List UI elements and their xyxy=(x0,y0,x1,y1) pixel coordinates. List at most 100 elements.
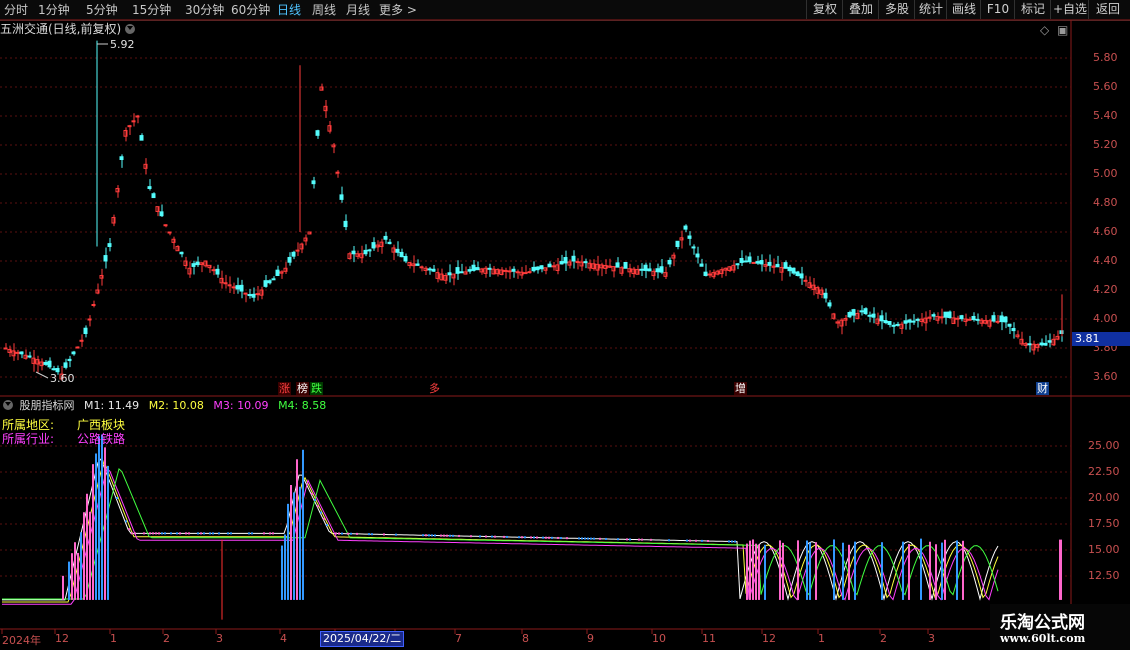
candle-body xyxy=(1039,342,1044,346)
candle-body xyxy=(903,320,908,324)
indicator-bar xyxy=(815,542,817,600)
indicator-bar xyxy=(164,532,166,535)
time-tick-label: 12 xyxy=(55,632,69,645)
candle-body xyxy=(475,267,480,271)
candle-body xyxy=(387,241,392,245)
candle-body xyxy=(255,293,260,296)
watermark-logo: 乐淘公式网 www.60lt.com xyxy=(990,604,1130,650)
kline-chart[interactable] xyxy=(0,0,1130,650)
indicator-bar xyxy=(560,537,562,540)
indicator-tick-label: 12.50 xyxy=(1088,569,1120,582)
event-marker-many[interactable]: 多 xyxy=(428,382,441,395)
time-tick-label: 4 xyxy=(280,632,287,645)
candle-body xyxy=(335,171,340,174)
indicator-bar xyxy=(311,492,313,495)
indicator-bar xyxy=(551,536,553,539)
candle-body xyxy=(695,253,700,258)
price-tick-label: 4.20 xyxy=(1093,283,1118,296)
candle-body xyxy=(623,261,628,269)
indicator-bar xyxy=(755,543,757,600)
indicator-name[interactable]: 股朋指标网 xyxy=(20,399,75,412)
indicator-bar xyxy=(542,536,544,539)
candle-body xyxy=(551,265,556,268)
indicator-bar xyxy=(530,536,532,539)
candle-body xyxy=(371,242,376,249)
indicator-bar xyxy=(728,540,730,543)
candle-body xyxy=(647,268,652,272)
candle-body xyxy=(447,272,452,276)
indicator-bar xyxy=(902,541,904,600)
indicator-bar xyxy=(368,533,370,536)
indicator-bar xyxy=(101,434,103,600)
candle-body xyxy=(467,269,472,272)
candle-body xyxy=(67,358,72,362)
indicator-bar xyxy=(74,542,76,600)
candle-body xyxy=(91,304,96,306)
indicator-tick-label: 22.50 xyxy=(1088,465,1120,478)
price-tick-label: 4.80 xyxy=(1093,196,1118,209)
last-indicator-bar xyxy=(1059,539,1062,600)
candle-body xyxy=(659,266,664,273)
candle-body xyxy=(195,261,200,266)
indicator-bar xyxy=(143,532,145,535)
candle-body xyxy=(251,293,256,298)
indicator-bar xyxy=(425,534,427,537)
indicator-bar xyxy=(806,540,808,600)
candle-body xyxy=(399,251,404,258)
indicator-bar xyxy=(158,532,160,535)
indicator-menu-icon[interactable] xyxy=(3,400,13,410)
indicator-bar xyxy=(701,539,703,542)
candle-body xyxy=(535,266,540,271)
indicator-bar xyxy=(395,533,397,536)
time-tick-label: 8 xyxy=(522,632,529,645)
indicator-bar xyxy=(92,464,94,600)
indicator-bar xyxy=(533,536,535,539)
indicator-bar xyxy=(170,532,172,535)
candle-body xyxy=(803,279,808,282)
candle-body xyxy=(863,308,868,315)
indicator-bar xyxy=(485,535,487,538)
candle-body xyxy=(275,269,280,276)
indicator-bar xyxy=(557,536,559,539)
candle-body xyxy=(119,156,124,160)
candle-body xyxy=(767,261,772,266)
indicator-bar xyxy=(152,532,154,535)
candle-body xyxy=(739,258,744,263)
indicator-bar xyxy=(581,537,583,540)
indicator-bar xyxy=(290,485,292,600)
time-tick-label: 2 xyxy=(163,632,170,645)
indicator-bar xyxy=(302,449,304,600)
event-marker-increase[interactable]: 增 xyxy=(734,382,747,395)
indicator-bar xyxy=(71,553,73,600)
candle-body xyxy=(895,323,900,326)
indicator-bar xyxy=(479,535,481,538)
candle-body xyxy=(887,320,892,325)
candle-body xyxy=(263,280,268,287)
candle-body xyxy=(179,251,184,255)
candle-body xyxy=(907,319,912,323)
time-tick-label: 2024年 xyxy=(2,634,41,647)
candle-body xyxy=(231,286,236,289)
event-marker-rank[interactable]: 榜 xyxy=(296,382,309,395)
candle-body xyxy=(487,267,492,270)
candle-body xyxy=(775,263,780,268)
indicator-bar xyxy=(449,534,451,537)
indicator-bar xyxy=(779,540,781,600)
indicator-bar xyxy=(881,542,883,600)
price-tick-label: 4.00 xyxy=(1093,312,1118,325)
time-tick-label: 7 xyxy=(455,632,462,645)
candle-body xyxy=(235,285,240,290)
indicator-bar xyxy=(335,532,337,535)
indicator-bar xyxy=(668,539,670,542)
candle-body xyxy=(211,269,216,272)
candle-body xyxy=(995,320,1000,323)
event-marker-finance[interactable]: 财 xyxy=(1036,382,1049,395)
candle-body xyxy=(215,268,220,275)
industry-value: 公路铁路 xyxy=(77,432,126,446)
indicator-bar xyxy=(116,497,118,499)
candle-body xyxy=(691,246,696,249)
indicator-bar xyxy=(89,511,91,600)
event-marker-limit-down[interactable]: 跌 xyxy=(310,382,323,395)
event-marker-limit-up[interactable]: 涨 xyxy=(278,382,291,395)
candle-body xyxy=(415,263,420,266)
